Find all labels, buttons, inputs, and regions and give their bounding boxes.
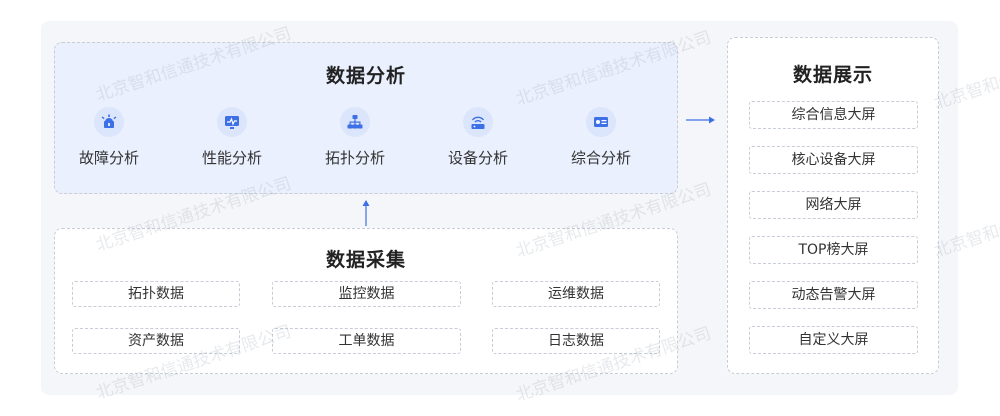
display-item-overview-screen: 综合信息大屏 [749,101,918,129]
topology-icon [340,107,370,137]
data-display-box: 数据展示 综合信息大屏 核心设备大屏 网络大屏 TOP榜大屏 动态告警大屏 自定… [727,37,939,374]
data-display-title: 数据展示 [792,64,873,86]
data-analysis-title: 数据分析 [325,65,406,87]
arrow-up-icon [362,200,370,226]
device-analysis-item: 设备分析 [418,107,538,168]
display-item-core-device-screen: 核心设备大屏 [749,146,918,174]
fault-analysis-item: 故障分析 [49,107,169,168]
log-data-chip: 日志数据 [492,328,660,354]
topology-analysis-label: 拓扑分析 [324,149,385,167]
display-item-custom-screen: 自定义大屏 [749,326,918,354]
router-icon [463,107,493,137]
performance-analysis-item: 性能分析 [172,107,292,168]
display-item-network-screen: 网络大屏 [749,191,918,219]
comprehensive-analysis-item: 综合分析 [541,107,661,168]
topology-data-chip: 拓扑数据 [72,281,240,307]
work-order-data-chip: 工单数据 [272,328,461,354]
dashboard-icon [586,107,616,137]
fault-analysis-label: 故障分析 [78,149,139,167]
operations-data-chip: 运维数据 [492,281,660,307]
alarm-icon [94,107,124,137]
arrow-right-icon [686,116,715,124]
monitor-chart-icon [217,107,247,137]
monitoring-data-chip: 监控数据 [272,281,461,307]
comprehensive-analysis-label: 综合分析 [570,149,631,167]
display-item-top-ranking-screen: TOP榜大屏 [749,236,918,264]
topology-analysis-item: 拓扑分析 [295,107,415,168]
device-analysis-label: 设备分析 [447,149,508,167]
performance-analysis-label: 性能分析 [201,149,262,167]
data-analysis-box: 数据分析 故障分析 性能分析 拓扑分析 设备分析 综合分析 [54,42,678,194]
asset-data-chip: 资产数据 [72,328,240,354]
data-collection-box: 数据采集 拓扑数据 监控数据 运维数据 资产数据 工单数据 日志数据 [54,228,678,374]
data-collection-title: 数据采集 [325,249,406,271]
display-item-alarm-screen: 动态告警大屏 [749,281,918,309]
